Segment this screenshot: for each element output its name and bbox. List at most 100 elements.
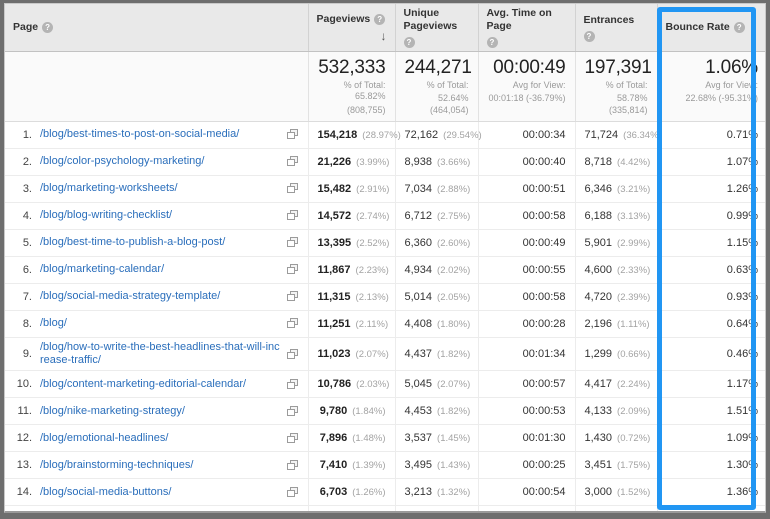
entrances-value: 4,417 [584, 378, 613, 391]
page-url-link[interactable]: /blog/social-media-buttons/ [40, 486, 281, 499]
column-header-entrances[interactable]: Entrances ? [575, 4, 658, 53]
open-in-new-window-icon[interactable] [286, 486, 299, 498]
unique-pageviews-percent: (2.02%) [437, 264, 471, 276]
summary-unique-pageviews-note1: % of Total: [426, 80, 469, 91]
entrances-percent: (2.24%) [617, 379, 651, 391]
bounce-rate-cell: 1.15% [657, 229, 765, 257]
pageviews-value: 14,572 [317, 209, 352, 222]
unique-pageviews-value: 3,213 [404, 486, 433, 499]
column-header-avg-time-on-page[interactable]: Avg. Time on Page ? [478, 4, 576, 53]
help-icon[interactable]: ? [583, 30, 595, 42]
avg-time-cell: 00:01:00 [478, 505, 576, 511]
bounce-rate-value: 1.30% [726, 459, 758, 472]
page-url-link[interactable]: /blog/nike-marketing-strategy/ [40, 405, 281, 418]
avg-time-value: 00:00:58 [522, 209, 566, 222]
page-url-link[interactable]: /blog/marketing-worksheets/ [40, 182, 281, 195]
open-in-new-window-icon[interactable] [286, 237, 299, 248]
unique-pageviews-percent: (2.75%) [437, 210, 471, 222]
help-icon[interactable]: ? [42, 22, 54, 34]
page-url-link[interactable]: /blog/social-media-strategy-template/ [40, 290, 281, 303]
pageviews-cell: 11,867 (2.23%) [308, 256, 396, 284]
bounce-rate-cell: 0.71% [657, 121, 765, 149]
bounce-rate-value: 0.71% [726, 128, 758, 141]
avg-time-value: 00:00:54 [522, 486, 566, 499]
summary-pageviews-value: 532,333 [318, 57, 386, 79]
bounce-rate-value: 0.99% [726, 209, 758, 222]
entrances-cell: 71,724 (36.34%) [575, 121, 662, 149]
entrances-cell: 6,346 (3.21%) [575, 175, 658, 203]
avg-time-value: 00:00:53 [522, 405, 566, 418]
page-url-link[interactable]: /blog/brainstorming-techniques/ [40, 459, 281, 472]
pageviews-cell: 7,896 (1.48%) [308, 424, 396, 453]
avg-time-value: 00:00:25 [522, 459, 566, 472]
avg-time-value: 00:00:28 [522, 317, 566, 330]
column-header-entrances-label: Entrances [583, 13, 635, 26]
help-icon[interactable]: ? [486, 37, 498, 49]
bounce-rate-cell: 1.26% [657, 175, 765, 203]
unique-pageviews-percent: (1.82%) [437, 349, 471, 361]
page-url-link[interactable]: /blog/blog-writing-checklist/ [40, 209, 281, 222]
open-in-new-window-icon[interactable] [286, 318, 299, 329]
column-header-unique-pageviews[interactable]: Unique Pageviews ? [395, 4, 479, 53]
avg-time-cell: 00:00:49 [478, 229, 576, 257]
open-in-new-window-icon[interactable] [286, 264, 299, 275]
help-icon[interactable]: ? [374, 14, 386, 26]
page-cell: 2. /blog/color-psychology-marketing/ [5, 148, 309, 176]
bounce-rate-value: 1.07% [726, 155, 758, 168]
open-in-new-window-icon[interactable] [286, 348, 299, 360]
pageviews-cell: 11,315 (2.13%) [308, 283, 396, 311]
unique-pageviews-value: 3,495 [404, 459, 433, 472]
table-row: 9. /blog/how-to-write-the-best-headlines-… [5, 337, 765, 372]
open-in-new-window-icon[interactable] [286, 156, 299, 167]
page-url-link[interactable]: /blog/marketing-calendar/ [40, 263, 281, 276]
unique-pageviews-percent: (1.32%) [437, 487, 471, 499]
open-in-new-window-icon[interactable] [286, 459, 299, 471]
pageviews-cell: 15,482 (2.91%) [308, 175, 396, 203]
page-cell: 4. /blog/blog-writing-checklist/ [5, 202, 309, 230]
open-in-new-window-icon[interactable] [286, 432, 299, 444]
unique-pageviews-cell: 4,934 (2.02%) [395, 256, 479, 284]
table-row: 11. /blog/nike-marketing-strategy/9,780 (1… [5, 397, 765, 426]
open-in-new-window-icon[interactable] [286, 405, 299, 417]
help-icon[interactable]: ? [733, 22, 745, 34]
open-in-new-window-icon[interactable] [286, 291, 299, 302]
row-rank: 14. [16, 486, 32, 499]
page-cell: 12. /blog/emotional-headlines/ [5, 424, 309, 453]
pageviews-percent: (1.48%) [352, 433, 386, 445]
unique-pageviews-percent: (1.80%) [437, 318, 471, 330]
avg-time-cell: 00:00:58 [478, 202, 576, 230]
page-cell: 14. /blog/social-media-buttons/ [5, 478, 309, 507]
entrances-value: 6,188 [584, 209, 613, 222]
column-header-pageviews[interactable]: Pageviews ? ↓ [308, 4, 396, 53]
page-url-link[interactable]: /blog/emotional-headlines/ [40, 432, 281, 445]
pageviews-percent: (2.91%) [356, 183, 390, 195]
column-header-unique-pageviews-label: Unique Pageviews [403, 7, 458, 33]
summary-row: 532,333 % of Total: 65.82% (808,755) 244… [5, 51, 765, 122]
entrances-cell: 1,299 (0.66%) [575, 337, 658, 372]
open-in-new-window-icon[interactable] [286, 210, 299, 221]
page-url-link[interactable]: /blog/best-times-to-post-on-social-media… [40, 128, 281, 141]
entrances-cell: 1,773(0.90%) [575, 505, 658, 511]
page-url-link[interactable]: /blog/ [40, 317, 281, 330]
page-url-link[interactable]: /blog/best-time-to-publish-a-blog-post/ [40, 236, 281, 249]
summary-entrances-note1: % of Total: [605, 80, 648, 91]
entrances-value: 4,600 [584, 263, 613, 276]
entrances-cell: 1,430 (0.72%) [575, 424, 658, 453]
unique-pageviews-cell: 6,360 (2.60%) [395, 229, 479, 257]
help-icon[interactable]: ? [403, 37, 415, 49]
column-header-bounce-rate[interactable]: Bounce Rate ? [657, 4, 765, 53]
page-url-link[interactable]: /blog/color-psychology-marketing/ [40, 155, 281, 168]
unique-pageviews-value: 4,408 [404, 317, 433, 330]
pageviews-value: 7,410 [319, 459, 348, 472]
column-header-page[interactable]: Page ? [5, 4, 309, 53]
entrances-cell: 5,901 (2.99%) [575, 229, 658, 257]
pageviews-percent: (2.74%) [356, 210, 390, 222]
avg-time-value: 00:00:58 [522, 290, 566, 303]
table-row: 6. /blog/marketing-calendar/11,867 (2.23%)… [5, 256, 765, 284]
page-url-link[interactable]: /blog/content-marketing-editorial-calend… [40, 378, 281, 391]
sort-descending-icon[interactable]: ↓ [381, 30, 387, 42]
open-in-new-window-icon[interactable] [286, 129, 299, 140]
open-in-new-window-icon[interactable] [286, 378, 299, 390]
open-in-new-window-icon[interactable] [286, 183, 299, 194]
page-url-link[interactable]: /blog/how-to-write-the-best-headlines-th… [40, 341, 281, 367]
